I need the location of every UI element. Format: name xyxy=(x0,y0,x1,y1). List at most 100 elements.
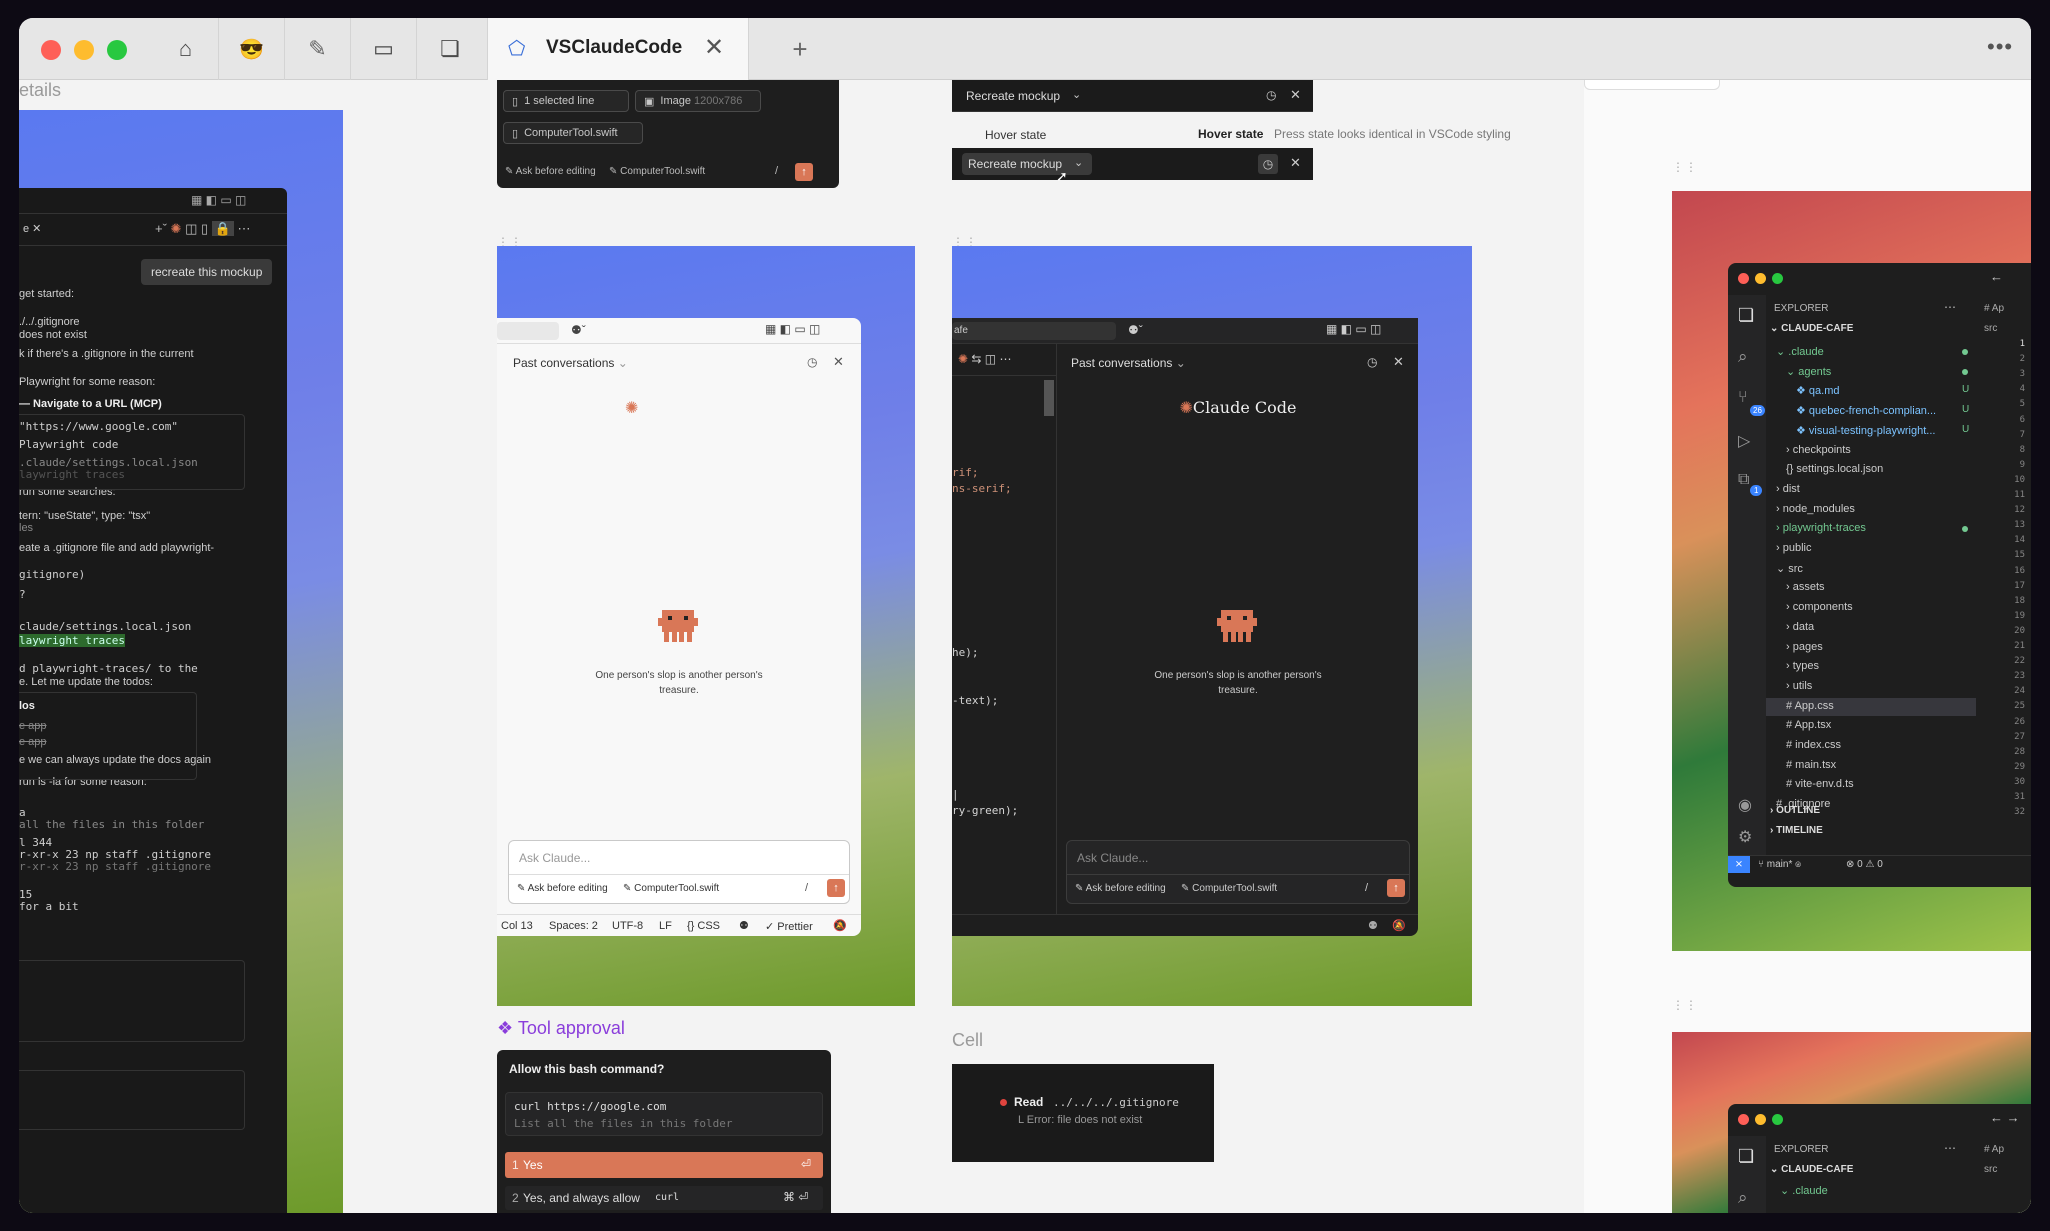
sunglasses-emoji-icon[interactable]: 😎 xyxy=(219,18,285,80)
minimize-window-button[interactable] xyxy=(1755,1114,1766,1125)
close-tab-icon[interactable]: ✕ xyxy=(704,33,724,62)
drag-handle-icon[interactable]: ⋮⋮ xyxy=(1672,998,1698,1012)
outline-section[interactable]: › OUTLINE xyxy=(1770,805,1820,816)
context-file[interactable]: ✎ ComputerTool.swift xyxy=(623,883,719,894)
tree-item[interactable]: › node_modules xyxy=(1766,501,1976,519)
more-actions-icon[interactable]: ⋯ xyxy=(1944,300,1956,314)
tree-item[interactable]: {} settings.local.json xyxy=(1766,461,1976,479)
tree-item[interactable]: ⌄ agents xyxy=(1766,363,1976,381)
send-button[interactable]: ↑ xyxy=(1387,879,1405,897)
editor-action-icons[interactable]: ✺ ⇆ ◫ ⋯ xyxy=(958,352,1011,366)
tab-vsclaudecode[interactable]: ⬠ VSClaudeCode ✕ xyxy=(487,18,749,80)
explorer-icon[interactable]: ❏ xyxy=(1738,1146,1754,1167)
close-icon[interactable]: ✕ xyxy=(1290,87,1301,103)
close-icon[interactable]: ✕ xyxy=(1393,354,1404,370)
tree-item[interactable]: # App.tsx xyxy=(1766,717,1976,735)
more-menu-icon[interactable]: ••• xyxy=(1987,34,2013,60)
tree-item[interactable]: ❖ qa.md U xyxy=(1766,382,1976,400)
close-window-button[interactable] xyxy=(1738,273,1749,284)
slash-command[interactable]: / xyxy=(1365,882,1368,894)
workspace-root[interactable]: ⌄ CLAUDE-CAFE xyxy=(1770,1164,1853,1175)
history-icon[interactable]: ◷ xyxy=(1258,154,1278,174)
editor-scrollbar[interactable] xyxy=(1044,380,1054,416)
close-window-button[interactable] xyxy=(41,40,61,60)
bell-icon[interactable]: 🔕 xyxy=(833,919,847,932)
copilot-icon[interactable]: ⚉ xyxy=(739,919,749,932)
file-chip[interactable]: ▯ ComputerTool.swift xyxy=(503,122,643,144)
search-icon[interactable]: ⌕ xyxy=(1738,1188,1748,1208)
cropped-button[interactable] xyxy=(1584,80,1720,90)
run-debug-icon[interactable]: ▷ xyxy=(1738,431,1750,451)
zoom-window-button[interactable] xyxy=(107,40,127,60)
tree-item[interactable]: › components xyxy=(1766,599,1976,617)
history-icon[interactable]: ◷ xyxy=(807,355,817,369)
gear-icon[interactable]: ⚙ xyxy=(1738,827,1752,847)
ask-claude-input[interactable]: Ask Claude... xyxy=(1067,841,1409,875)
close-icon[interactable]: ✕ xyxy=(833,354,844,370)
command-center[interactable]: afe xyxy=(952,322,1116,340)
workspace-root[interactable]: ⌄ CLAUDE-CAFE xyxy=(1770,323,1853,334)
monitor-icon[interactable]: ▭ xyxy=(351,18,417,80)
tree-item[interactable]: › dist xyxy=(1766,481,1976,499)
image-chip[interactable]: ▣ Image 1200x786 xyxy=(635,90,761,112)
tree-item[interactable]: › data xyxy=(1766,619,1976,637)
tree-item[interactable]: ❖ quebec-french-complian... U xyxy=(1766,402,1976,420)
tree-item[interactable]: ⌄ src xyxy=(1766,560,1976,578)
bell-icon[interactable]: 🔕 xyxy=(1392,919,1406,932)
ask-claude-input[interactable]: Ask Claude... xyxy=(509,841,849,875)
approve-always-button[interactable]: 2 Yes, and always allow curl ⌘ ⏎ xyxy=(505,1186,823,1210)
history-icon[interactable]: ◷ xyxy=(1266,88,1276,102)
layout-icons[interactable]: ▦ ◧ ▭ ◫ xyxy=(1326,322,1381,336)
ruler-icon[interactable]: ✎ xyxy=(285,18,351,80)
minimize-window-button[interactable] xyxy=(74,40,94,60)
status-encoding[interactable]: UTF-8 xyxy=(612,920,643,932)
back-arrow-icon[interactable]: ← → xyxy=(1990,1110,2020,1125)
conversation-picker[interactable]: Past conversations ⌄ xyxy=(1071,356,1186,370)
layout-icons[interactable]: ▦ ◧ ▭ ◫ xyxy=(191,193,246,207)
search-input[interactable] xyxy=(497,322,559,340)
context-file[interactable]: ✎ ComputerTool.swift xyxy=(609,166,705,177)
more-actions-icon[interactable]: ⋯ xyxy=(1944,1141,1956,1155)
explorer-icon[interactable]: ❏ xyxy=(1738,305,1754,326)
bot-icon[interactable]: ⚉ˇ xyxy=(1128,323,1143,337)
send-button[interactable]: ↑ xyxy=(795,163,813,181)
slash-command[interactable]: / xyxy=(775,165,778,177)
status-language[interactable]: {} CSS xyxy=(687,920,720,932)
tree-item[interactable]: ⌄ .claude xyxy=(1766,343,1976,361)
tree-item[interactable]: ⌄ .claude xyxy=(1780,1184,1828,1197)
drag-handle-icon[interactable]: ⋮⋮ xyxy=(1672,160,1698,174)
conversation-picker[interactable]: Past conversations ⌄ xyxy=(513,356,628,370)
ask-before-editing[interactable]: ✎ Ask before editing xyxy=(1075,883,1166,894)
bot-icon[interactable]: ⚉ˇ xyxy=(571,323,586,337)
ask-before-editing[interactable]: ✎ Ask before editing xyxy=(505,166,596,177)
slash-command[interactable]: / xyxy=(805,882,808,894)
tab-close-icon[interactable]: e ✕ xyxy=(23,222,41,235)
tree-item[interactable]: › checkpoints xyxy=(1766,442,1976,460)
close-window-button[interactable] xyxy=(1738,1114,1749,1125)
tree-item[interactable]: › assets xyxy=(1766,579,1976,597)
branch-indicator[interactable]: ⑂ main* ⊛ xyxy=(1758,859,1801,870)
tree-item[interactable]: # App.css xyxy=(1766,697,1976,716)
new-tab-button[interactable]: + xyxy=(767,18,833,80)
ask-before-editing[interactable]: ✎ Ask before editing xyxy=(517,883,608,894)
selection-chip[interactable]: ▯ 1 selected line xyxy=(503,90,629,112)
tree-item[interactable]: ❖ visual-testing-playwright... U xyxy=(1766,422,1976,440)
tree-item[interactable]: › public xyxy=(1766,540,1976,558)
search-icon[interactable]: ⌕ xyxy=(1738,347,1748,367)
context-file[interactable]: ✎ ComputerTool.swift xyxy=(1181,883,1277,894)
copilot-icon[interactable]: ⚉ xyxy=(1368,919,1378,932)
panel-actions[interactable]: +ˇ ✺ ◫ ▯ 🔒 ⋯ xyxy=(155,221,251,237)
tree-item[interactable]: › playwright-traces xyxy=(1766,520,1976,538)
tree-item[interactable]: # index.css xyxy=(1766,737,1976,755)
extensions-icon[interactable]: ⧉ xyxy=(1738,471,1749,489)
book-icon[interactable]: ❏ xyxy=(417,18,483,80)
minimize-window-button[interactable] xyxy=(1755,273,1766,284)
recreate-mockup-hover[interactable]: Recreate mockup ⌄ xyxy=(962,153,1092,175)
tree-item[interactable]: # vite-env.d.ts xyxy=(1766,776,1976,794)
recreate-mockup-button[interactable]: recreate this mockup xyxy=(141,259,273,285)
approve-yes-button[interactable]: 1 Yes ⏎ xyxy=(505,1152,823,1178)
zoom-window-button[interactable] xyxy=(1772,273,1783,284)
tree-item[interactable]: › utils xyxy=(1766,678,1976,696)
back-arrow-icon[interactable]: ← xyxy=(1990,269,2003,284)
tree-item[interactable]: › types xyxy=(1766,658,1976,676)
